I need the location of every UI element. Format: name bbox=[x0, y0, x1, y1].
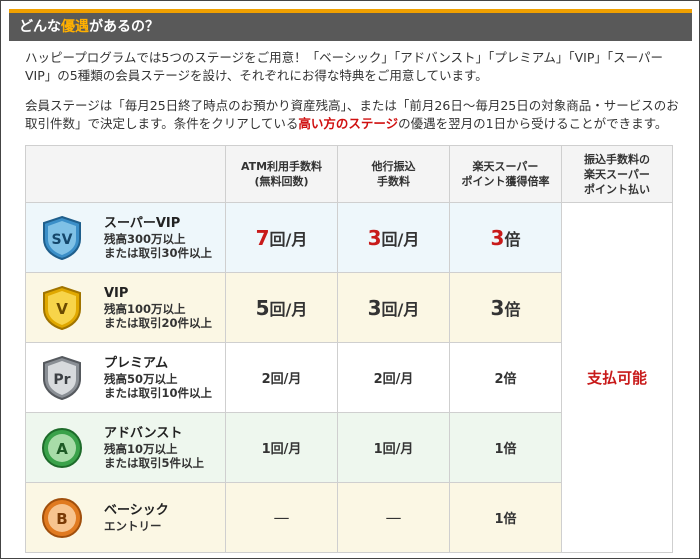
transfer-cell: — bbox=[337, 482, 450, 553]
transfer-cell: 3回/月 bbox=[337, 202, 450, 273]
atm-cell: 2回/月 bbox=[225, 342, 338, 413]
atm-cell: — bbox=[225, 482, 338, 553]
atm-cell: 1回/月 bbox=[225, 412, 338, 483]
intro-text: ハッピープログラムでは5つのステージをご用意！「ベーシック」「アドバンスト」「プ… bbox=[25, 50, 663, 83]
stage-condition: 残高300万以上 bbox=[104, 232, 186, 246]
col-atm: ATM利用手数料 (無料回数) bbox=[225, 145, 338, 203]
header-blank bbox=[25, 145, 226, 203]
svg-text:Pr: Pr bbox=[53, 372, 70, 388]
header-highlight: 優遇 bbox=[61, 19, 89, 35]
stage-name: ベーシック bbox=[104, 503, 169, 518]
point-cell: 1倍 bbox=[449, 482, 562, 553]
stage-condition: または取引20件以上 bbox=[104, 316, 213, 330]
stage-cell: A アドバンスト 残高10万以上 または取引5件以上 bbox=[25, 412, 226, 483]
point-cell: 3倍 bbox=[449, 272, 562, 343]
stage-name: アドバンスト bbox=[104, 426, 183, 441]
header-prefix: どんな bbox=[19, 19, 61, 35]
stage-condition: 残高10万以上 bbox=[104, 442, 178, 456]
page-frame: どんな優遇があるの？ ハッピープログラムでは5つのステージをご用意！「ベーシック… bbox=[0, 0, 700, 559]
col-pay: 振込手数料の 楽天スーパー ポイント払い bbox=[561, 145, 673, 203]
svg-text:B: B bbox=[56, 510, 67, 528]
stage-name: スーパーVIP bbox=[104, 216, 181, 231]
transfer-cell: 3回/月 bbox=[337, 272, 450, 343]
point-cell: 3倍 bbox=[449, 202, 562, 273]
stage-condition: エントリー bbox=[104, 519, 162, 533]
transfer-cell: 2回/月 bbox=[337, 342, 450, 413]
point-cell: 2倍 bbox=[449, 342, 562, 413]
table-row: SV スーパーVIP 残高300万以上 または取引30件以上 7回/月 3回/月… bbox=[25, 202, 673, 553]
atm-cell: 5回/月 bbox=[225, 272, 338, 343]
detail-after: の優遇を翌月の1日から受けることができます。 bbox=[398, 116, 668, 131]
stage-table: ATM利用手数料 (無料回数) 他行振込 手数料 楽天スーパー ポイント獲得倍率 振込… bbox=[25, 145, 673, 553]
stage-cell: B ベーシック エントリー bbox=[25, 482, 226, 553]
stage-name: プレミアム bbox=[104, 356, 169, 371]
col-point: 楽天スーパー ポイント獲得倍率 bbox=[449, 145, 562, 203]
pay-cell: 支払可能 bbox=[561, 202, 673, 553]
stage-condition: または取引10件以上 bbox=[104, 386, 213, 400]
header-suffix: があるの？ bbox=[89, 19, 159, 35]
stage-condition: 残高100万以上 bbox=[104, 302, 186, 316]
svg-text:SV: SV bbox=[52, 232, 73, 248]
stage-condition: または取引30件以上 bbox=[104, 246, 213, 260]
transfer-cell: 1回/月 bbox=[337, 412, 450, 483]
svg-text:A: A bbox=[56, 440, 68, 458]
atm-cell: 7回/月 bbox=[225, 202, 338, 273]
table-header-row: ATM利用手数料 (無料回数) 他行振込 手数料 楽天スーパー ポイント獲得倍率 振込… bbox=[25, 145, 673, 203]
section-header: どんな優遇があるの？ bbox=[9, 9, 692, 41]
stage-cell: V VIP 残高100万以上 または取引20件以上 bbox=[25, 272, 226, 343]
stage-cell: Pr プレミアム 残高50万以上 または取引10件以上 bbox=[25, 342, 226, 413]
stage-condition: 残高50万以上 bbox=[104, 372, 178, 386]
svg-text:V: V bbox=[56, 300, 68, 318]
shield-icon: Pr bbox=[43, 355, 81, 400]
detail-highlight: 高い方のステージ bbox=[298, 116, 399, 131]
stage-name: VIP bbox=[104, 286, 129, 301]
shield-icon: V bbox=[43, 285, 81, 330]
circle-badge-icon: B bbox=[42, 497, 82, 538]
shield-icon: SV bbox=[43, 215, 81, 260]
point-cell: 1倍 bbox=[449, 412, 562, 483]
detail-text: 会員ステージは「毎月25日終了時点のお預かり資産残高」、または「前月26日～毎月… bbox=[25, 97, 685, 133]
circle-badge-icon: A bbox=[42, 427, 82, 468]
stage-condition: または取引5件以上 bbox=[104, 456, 205, 470]
stage-cell: SV スーパーVIP 残高300万以上 または取引30件以上 bbox=[25, 202, 226, 273]
col-transfer: 他行振込 手数料 bbox=[337, 145, 450, 203]
